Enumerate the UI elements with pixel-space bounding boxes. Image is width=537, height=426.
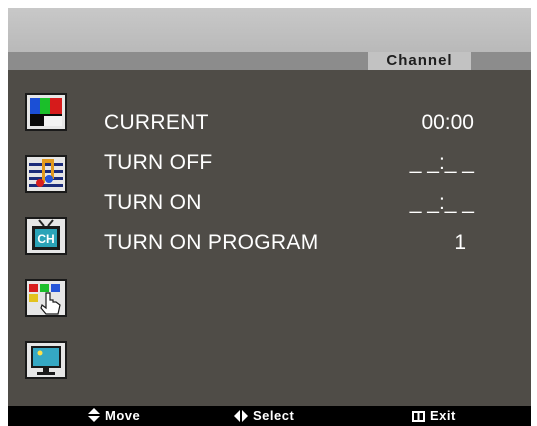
move-hint: Move (88, 406, 140, 426)
left-right-arrow-icon (234, 410, 248, 422)
channel-icon[interactable]: CH (24, 216, 68, 256)
row-label: TURN ON PROGRAM (104, 231, 319, 254)
top-bar (8, 8, 531, 52)
audio-icon[interactable] (24, 154, 68, 194)
svg-text:CH: CH (37, 232, 54, 246)
row-value: _ _:_ _ (409, 151, 474, 174)
osd-menu: Channel CH CURRENT 00:00 TURN OFF _ _:_ … (8, 8, 531, 426)
picture-icon[interactable] (24, 92, 68, 132)
menu-bars-icon (412, 411, 425, 422)
menu-title: Channel (386, 52, 453, 69)
exit-label: Exit (430, 408, 456, 423)
row-label: TURN ON (104, 191, 202, 214)
menu-panel: CH CURRENT 00:00 TURN OFF _ _:_ _ TURN O… (8, 70, 531, 406)
row-value: 00:00 (421, 111, 474, 134)
menu-row-turn-on[interactable]: TURN ON _ _:_ _ (104, 188, 504, 218)
menu-row-turn-on-program[interactable]: TURN ON PROGRAM 1 (104, 228, 504, 258)
row-value: _ _:_ _ (409, 191, 474, 214)
row-value: 1 (454, 231, 466, 254)
screen-icon[interactable] (24, 340, 68, 380)
exit-hint: Exit (412, 406, 456, 426)
move-label: Move (105, 408, 141, 423)
function-icon[interactable] (24, 278, 68, 318)
select-hint: Select (234, 406, 294, 426)
menu-row-current[interactable]: CURRENT 00:00 (104, 108, 504, 138)
up-down-arrow-icon (88, 408, 100, 422)
menu-row-turn-off[interactable]: TURN OFF _ _:_ _ (104, 148, 504, 178)
title-strip: Channel (8, 52, 531, 70)
row-label: CURRENT (104, 111, 209, 134)
select-label: Select (253, 408, 295, 423)
hint-bar: Move Select Exit (8, 406, 531, 426)
row-label: TURN OFF (104, 151, 213, 174)
